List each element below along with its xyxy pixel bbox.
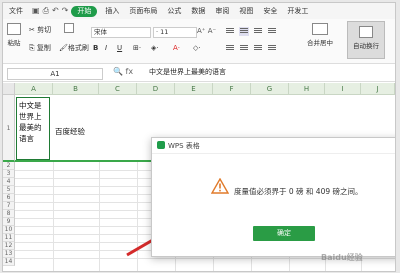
font-size-select[interactable]: · 11 — [153, 27, 197, 38]
menu-bar: 文件 ▣ ⎙ ↶ ↷ 开始 插入 页面布局 公式 数据 审阅 视图 安全 开发工 — [3, 3, 395, 19]
ribbon: 粘贴 ✂ 剪切 ⎘ 复制 🖌格式刷 宋体 · 11 A⁺ A⁻ B I U ⊞·… — [3, 19, 395, 64]
row-header-2[interactable]: 2 — [3, 162, 15, 170]
row-header-12[interactable]: 12 — [3, 242, 15, 250]
font-name-select[interactable]: 宋体 — [91, 27, 151, 38]
row-header-3[interactable]: 3 — [3, 170, 15, 178]
row-header-13[interactable]: 13 — [3, 250, 15, 258]
app-window: 文件 ▣ ⎙ ↶ ↷ 开始 插入 页面布局 公式 数据 审阅 视图 安全 开发工… — [2, 2, 396, 272]
formula-input[interactable]: 中文是世界上最美的语言 — [149, 67, 226, 78]
font-grow-icon[interactable]: A⁺ A⁻ — [197, 27, 216, 35]
cell-a1[interactable]: 中文是世界上最美的语言 — [16, 97, 50, 160]
name-box[interactable]: A1 — [7, 68, 103, 80]
bold-button[interactable]: B — [93, 44, 98, 52]
tab-review[interactable]: 审阅 — [210, 3, 234, 19]
column-header-g[interactable]: G — [251, 83, 289, 95]
row-header-7[interactable]: 7 — [3, 202, 15, 210]
align-left-icon[interactable] — [225, 44, 235, 53]
column-header-b[interactable]: B — [53, 83, 99, 95]
justify-icon[interactable] — [267, 44, 277, 53]
align-top-icon[interactable] — [225, 27, 235, 36]
row-header-11[interactable]: 11 — [3, 234, 15, 242]
wps-logo-icon — [157, 141, 165, 149]
paste-icon — [7, 23, 21, 35]
quick-access-toolbar: ▣ ⎙ ↶ ↷ — [32, 6, 68, 16]
align-center-icon[interactable] — [239, 44, 249, 53]
column-header-h[interactable]: H — [289, 83, 325, 95]
align-middle-icon[interactable] — [239, 27, 249, 36]
align-bottom-icon[interactable] — [253, 27, 263, 36]
fill-color-icon[interactable]: ◈· — [151, 44, 159, 52]
fx-icon[interactable]: 🔍 fx — [113, 67, 133, 76]
cut-button[interactable]: ✂ 剪切 — [29, 25, 51, 35]
align-right-icon[interactable] — [253, 44, 263, 53]
paste-button[interactable]: 粘贴 — [5, 23, 23, 47]
row-header-4[interactable]: 4 — [3, 178, 15, 186]
format-painter-icon[interactable] — [61, 23, 77, 35]
print-icon[interactable]: ⎙ — [43, 6, 49, 16]
formula-bar: A1 🔍 fx 中文是世界上最美的语言 — [3, 65, 395, 82]
format-painter-button[interactable]: 🖌格式刷 — [59, 43, 89, 53]
column-header-j[interactable]: J — [361, 83, 395, 95]
row-header-6[interactable]: 6 — [3, 194, 15, 202]
select-all-corner[interactable] — [3, 83, 15, 95]
warning-dialog: WPS 表格 度量值必须界于 0 磅 和 409 磅之间。 确定 — [151, 137, 395, 257]
dialog-message: 度量值必须界于 0 磅 和 409 磅之间。 — [234, 187, 363, 196]
wrap-text-icon — [359, 26, 373, 38]
column-header-e[interactable]: E — [175, 83, 213, 95]
tab-page-layout[interactable]: 页面布局 — [124, 3, 162, 19]
tab-view[interactable]: 视图 — [234, 3, 258, 19]
row-header-1[interactable]: 1 — [3, 95, 15, 162]
tab-home[interactable]: 开始 — [71, 5, 98, 17]
redo-icon[interactable]: ↷ — [62, 6, 69, 16]
copy-button[interactable]: ⎘ 复制 — [29, 43, 51, 53]
undo-icon[interactable]: ↶ — [52, 6, 59, 16]
border-icon[interactable]: ⊞· — [133, 44, 141, 52]
dialog-title: WPS 表格 — [168, 142, 200, 150]
column-header-d[interactable]: D — [137, 83, 175, 95]
tab-formulas[interactable]: 公式 — [162, 3, 186, 19]
watermark: Baidu经验 — [321, 253, 363, 262]
merge-icon — [312, 23, 328, 35]
row-header-10[interactable]: 10 — [3, 226, 15, 234]
row-header-8[interactable]: 8 — [3, 210, 15, 218]
column-header-a[interactable]: A — [15, 83, 53, 95]
clear-format-icon[interactable]: ◇· — [193, 44, 201, 52]
indent-icon[interactable] — [267, 27, 277, 36]
row-header-5[interactable]: 5 — [3, 186, 15, 194]
underline-button[interactable]: U — [117, 44, 122, 52]
dialog-title-bar: WPS 表格 — [152, 138, 395, 154]
font-color-button[interactable]: A· — [173, 44, 180, 52]
italic-button[interactable]: I — [105, 44, 107, 52]
save-icon[interactable]: ▣ — [32, 6, 40, 16]
column-header-f[interactable]: F — [213, 83, 251, 95]
ok-button[interactable]: 确定 — [253, 226, 315, 241]
tab-developer[interactable]: 开发工 — [282, 3, 313, 19]
tab-security[interactable]: 安全 — [258, 3, 282, 19]
warning-icon — [211, 178, 229, 194]
tab-data[interactable]: 数据 — [186, 3, 210, 19]
column-header-i[interactable]: I — [325, 83, 361, 95]
tab-insert[interactable]: 插入 — [100, 3, 124, 19]
wrap-text-button[interactable]: 自动换行 — [347, 21, 385, 59]
merge-center-button[interactable]: 合并居中 — [303, 23, 337, 47]
row-header-9[interactable]: 9 — [3, 218, 15, 226]
row-header-14[interactable]: 14 — [3, 258, 15, 266]
cell-b1[interactable]: 百度经验 — [55, 126, 85, 137]
column-header-c[interactable]: C — [99, 83, 137, 95]
file-menu[interactable]: 文件 — [6, 6, 26, 16]
